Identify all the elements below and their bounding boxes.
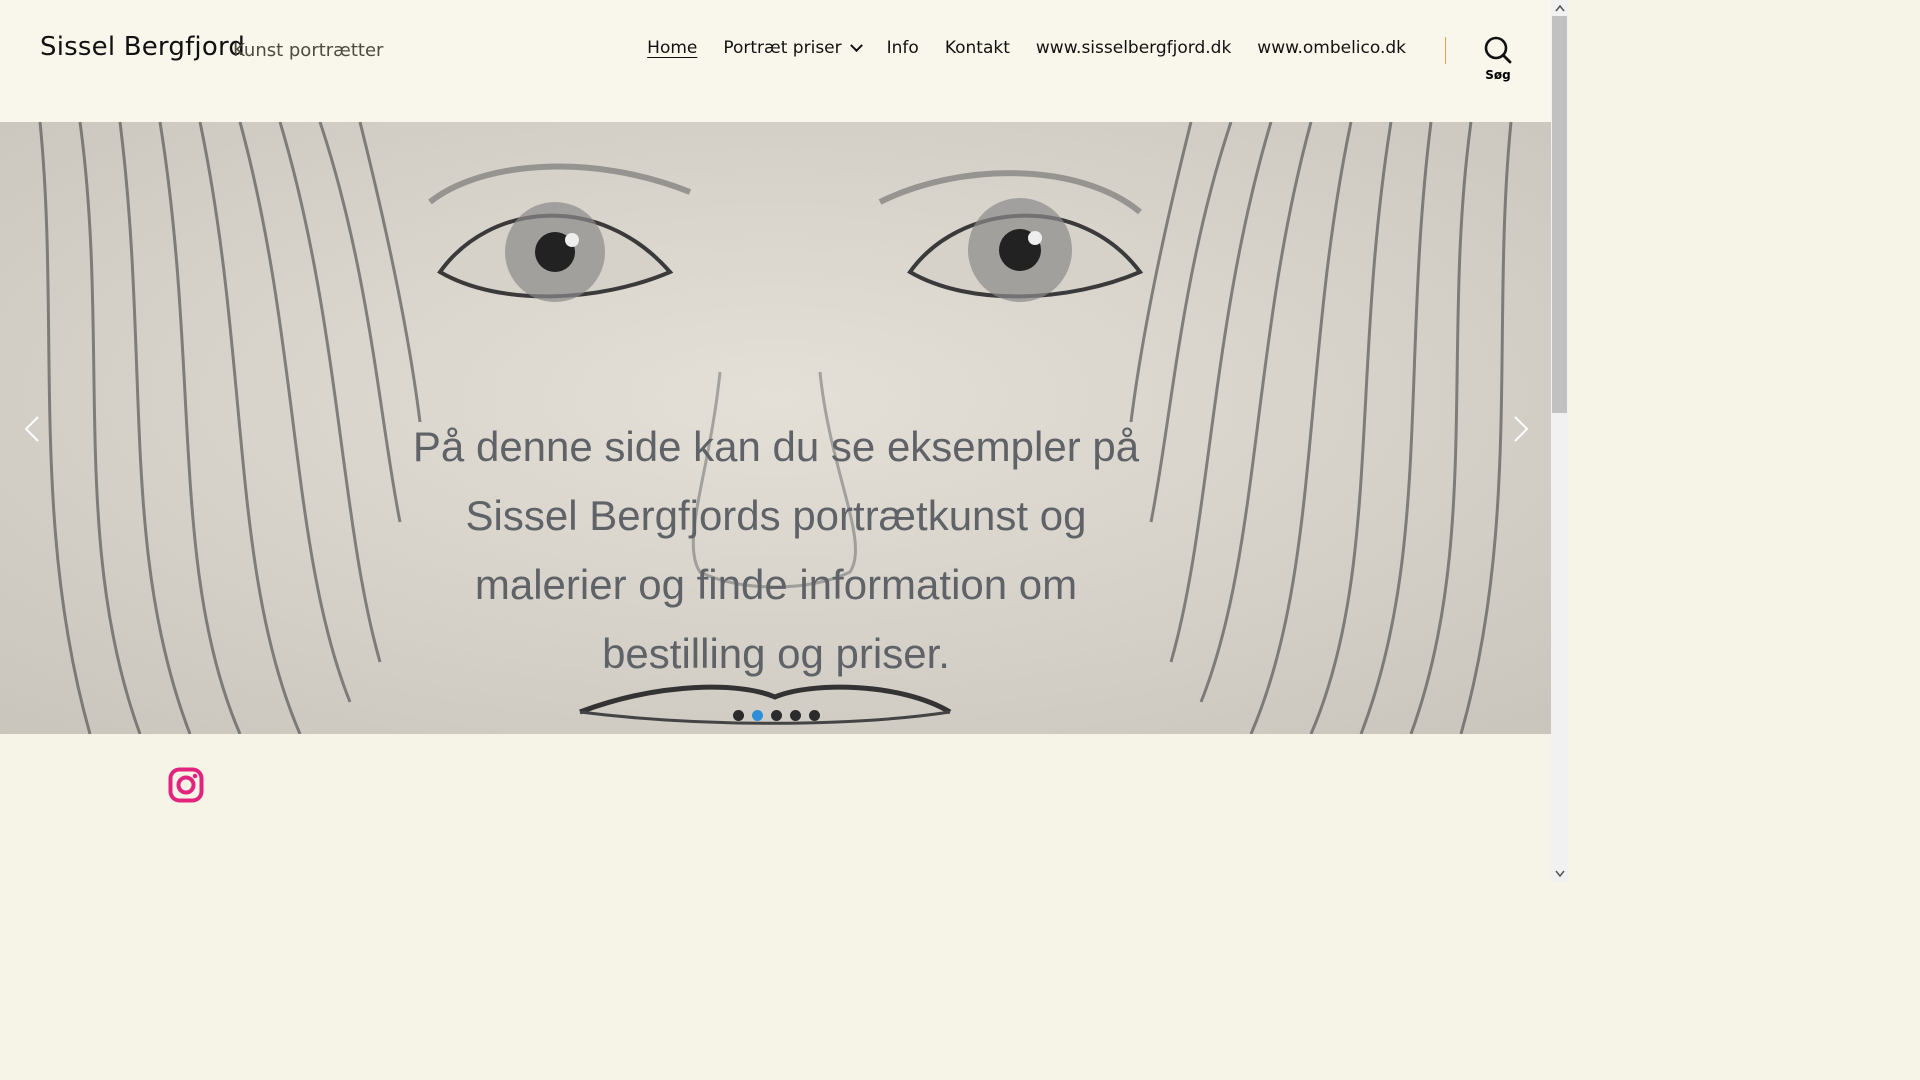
slider-dot-5[interactable] <box>809 710 820 721</box>
hero-slider: På denne side kan du se eksempler på Sis… <box>0 122 1551 734</box>
scroll-down-button[interactable] <box>1551 866 1568 882</box>
slider-next-button[interactable] <box>1507 414 1533 444</box>
nav-item-label: www.sisselbergfjord.dk <box>1035 38 1232 58</box>
instagram-icon <box>168 767 204 803</box>
site-tagline: Kunst portrætter <box>233 40 384 61</box>
slider-prev-button[interactable] <box>20 414 46 444</box>
scroll-up-button[interactable] <box>1551 0 1568 16</box>
nav-item-sisselbergfjord[interactable]: www.sisselbergfjord.dk <box>1036 38 1231 58</box>
scrollbar-thumb[interactable] <box>1552 16 1567 413</box>
hero-text: På denne side kan du se eksempler på Sis… <box>412 423 1140 677</box>
chevron-down-icon[interactable] <box>849 38 863 52</box>
nav-item-label: Kontakt <box>944 38 1010 58</box>
nav-item-home[interactable]: Home <box>647 38 697 58</box>
site-title[interactable]: Sissel Bergfjord <box>40 32 245 62</box>
nav-item-info[interactable]: Info <box>887 38 919 58</box>
slider-dot-3[interactable] <box>771 710 782 721</box>
nav-item-label: Portræt priser <box>723 38 842 58</box>
nav-item-label: Home <box>647 38 698 58</box>
nav-item-ombelico[interactable]: www.ombelico.dk <box>1257 38 1406 58</box>
search-label: Søg <box>1485 68 1511 82</box>
slider-dot-1[interactable] <box>733 710 744 721</box>
instagram-link[interactable] <box>168 767 204 803</box>
slider-dot-2[interactable] <box>752 710 763 721</box>
search-button[interactable]: Søg <box>1472 36 1524 90</box>
nav-divider <box>1445 37 1446 64</box>
nav-item-portraet-priser[interactable]: Portræt priser <box>723 38 863 58</box>
chevron-down-icon <box>1554 870 1565 878</box>
main-nav: Home Portræt priser Info Kontakt www.sis… <box>647 38 1406 58</box>
search-icon <box>1484 36 1512 64</box>
slider-dot-4[interactable] <box>790 710 801 721</box>
chevron-up-icon <box>1554 4 1565 12</box>
nav-item-kontakt[interactable]: Kontakt <box>945 38 1010 58</box>
chevron-left-icon <box>24 416 39 442</box>
chevron-right-icon <box>1514 416 1529 442</box>
slider-dots <box>733 710 820 721</box>
nav-item-label: www.ombelico.dk <box>1257 38 1406 58</box>
nav-item-label: Info <box>886 38 919 58</box>
site-header: Sissel Bergfjord Kunst portrætter Home P… <box>0 0 1551 122</box>
